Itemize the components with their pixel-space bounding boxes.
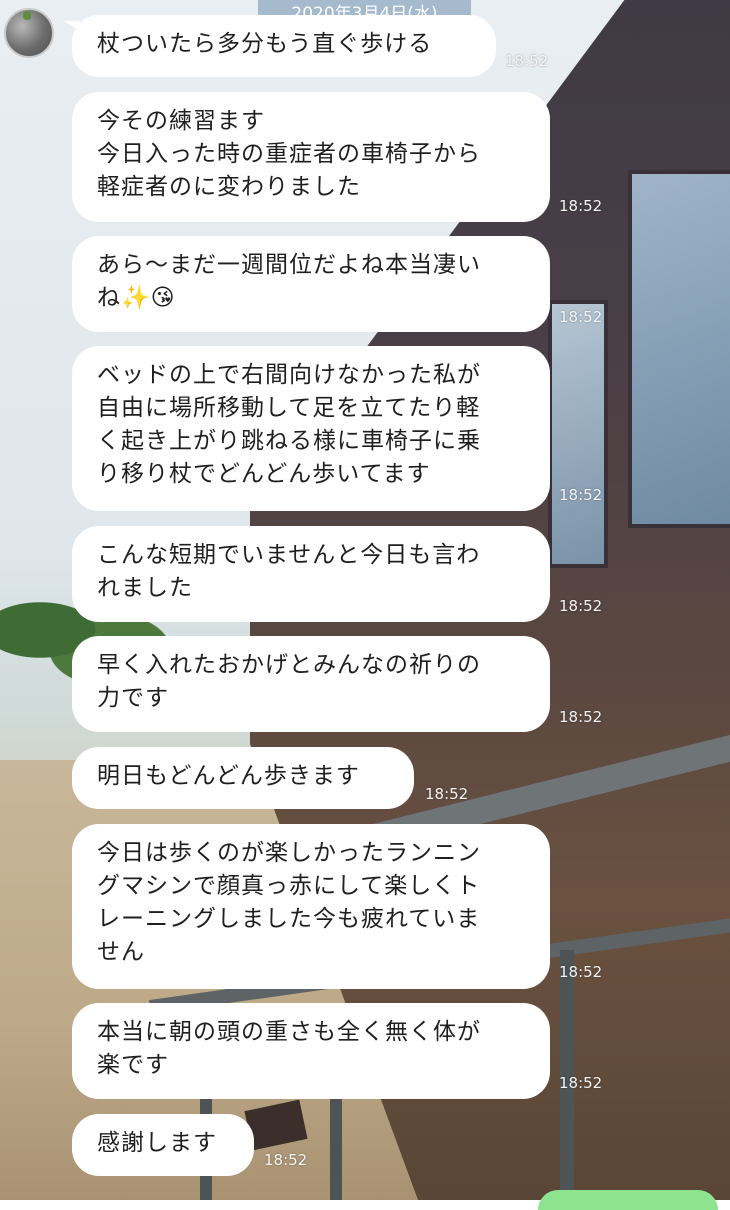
message-bubble[interactable]: あら〜まだ一週間位だよね本当凄い ね✨😘 (72, 236, 550, 332)
sender-avatar[interactable] (4, 8, 54, 58)
message-text: 杖ついたら多分もう直ぐ歩ける (97, 31, 433, 57)
message-bubble[interactable]: 早く入れたおかげとみんなの祈りの 力です (72, 636, 550, 732)
message-text: こんな短期でいませんと今日も言わ れました (97, 542, 481, 601)
message-time: 18:52 (559, 963, 603, 981)
message-time: 18:52 (559, 486, 603, 504)
message-text: 今日は歩くのが楽しかったランニン グマシンで顔真っ赤にして楽しくト レーニングし… (97, 840, 481, 965)
message-time: 18:52 (425, 785, 469, 803)
message-text: 感謝します (97, 1130, 217, 1156)
message-bubble[interactable]: 今その練習ます 今日入った時の重症者の車椅子から 軽症者のに変わりました (72, 92, 550, 222)
message-time: 18:52 (559, 197, 603, 215)
message-time: 18:52 (505, 52, 549, 70)
message-text: あら〜まだ一週間位だよね本当凄い ね✨😘 (97, 252, 481, 311)
message-bubble[interactable]: ベッドの上で右間向けなかった私が 自由に場所移動して足を立てたり軽 く起き上がり… (72, 346, 550, 511)
message-bubble[interactable]: 本当に朝の頭の重さも全く無く体が 楽です (72, 1003, 550, 1099)
message-text: 今その練習ます 今日入った時の重症者の車椅子から 軽症者のに変わりました (97, 108, 481, 200)
message-bubble[interactable]: 感謝します (72, 1114, 254, 1176)
message-text: ベッドの上で右間向けなかった私が 自由に場所移動して足を立てたり軽 く起き上がり… (97, 362, 481, 487)
message-time: 18:52 (264, 1151, 308, 1169)
own-message-bubble-partial[interactable] (538, 1190, 718, 1210)
message-time: 18:52 (559, 1074, 603, 1092)
message-time: 18:52 (559, 708, 603, 726)
message-bubble[interactable]: 杖ついたら多分もう直ぐ歩ける (64, 15, 496, 77)
message-time: 18:52 (559, 308, 603, 326)
message-text: 本当に朝の頭の重さも全く無く体が 楽です (97, 1019, 481, 1078)
message-bubble[interactable]: 今日は歩くのが楽しかったランニン グマシンで顔真っ赤にして楽しくト レーニングし… (72, 824, 550, 989)
message-text: 早く入れたおかげとみんなの祈りの 力です (97, 652, 481, 711)
message-text: 明日もどんどん歩きます (97, 763, 360, 789)
message-time: 18:52 (559, 597, 603, 615)
message-bubble[interactable]: 明日もどんどん歩きます (72, 747, 414, 809)
message-bubble[interactable]: こんな短期でいませんと今日も言わ れました (72, 526, 550, 622)
